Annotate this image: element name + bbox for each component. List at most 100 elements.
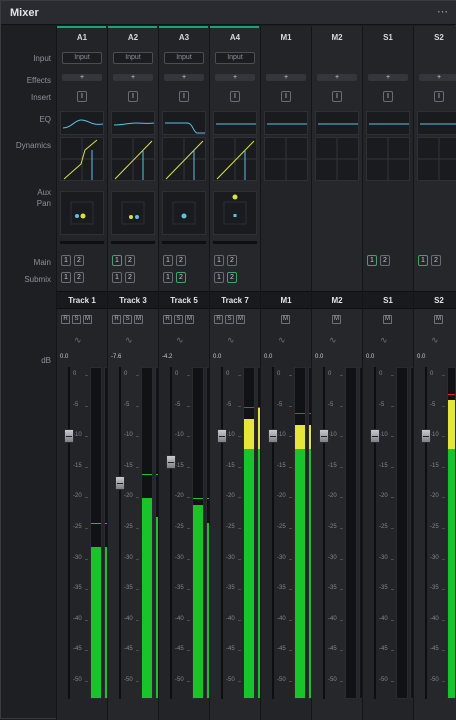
aux-pan-control[interactable] (111, 191, 155, 235)
add-effect-button[interactable]: + (419, 74, 456, 81)
insert-toggle[interactable]: I (332, 91, 342, 102)
dynamics-thumbnail[interactable] (264, 137, 308, 181)
eq-thumbnail[interactable] (366, 111, 410, 135)
insert-toggle[interactable]: I (434, 91, 444, 102)
mute-button[interactable]: M (134, 315, 143, 324)
add-effect-button[interactable]: + (164, 74, 204, 81)
dynamics-thumbnail[interactable] (366, 137, 410, 181)
track-name[interactable]: M1 (261, 291, 311, 309)
submix-1-button[interactable]: 1 (61, 272, 71, 283)
aux-pan-control[interactable] (162, 191, 206, 235)
main-bus-1-button[interactable]: 1 (112, 255, 122, 266)
fader-knob[interactable] (64, 429, 74, 444)
insert-toggle[interactable]: I (281, 91, 291, 102)
phase-icon[interactable]: ∿ (431, 335, 439, 346)
mute-button[interactable]: M (236, 315, 245, 324)
phase-icon[interactable]: ∿ (176, 335, 184, 346)
dynamics-thumbnail[interactable] (213, 137, 257, 181)
insert-toggle[interactable]: I (128, 91, 138, 102)
submix-1-button[interactable]: 1 (112, 272, 122, 283)
solo-button[interactable]: S (225, 315, 234, 324)
add-effect-button[interactable]: + (368, 74, 408, 81)
dynamics-thumbnail[interactable] (111, 137, 155, 181)
add-effect-button[interactable]: + (317, 74, 357, 81)
eq-thumbnail[interactable] (162, 111, 206, 135)
submix-1-button[interactable]: 1 (214, 272, 224, 283)
add-effect-button[interactable]: + (266, 74, 306, 81)
phase-icon[interactable]: ∿ (227, 335, 235, 346)
main-bus-1-button[interactable]: 1 (367, 255, 377, 266)
track-name[interactable]: Track 5 (159, 291, 209, 309)
mute-button[interactable]: M (83, 315, 92, 324)
fader-knob[interactable] (319, 429, 329, 444)
phase-icon[interactable]: ∿ (125, 335, 133, 346)
fader-knob[interactable] (421, 429, 431, 444)
submix-2-button[interactable]: 2 (74, 272, 84, 283)
main-bus-2-button[interactable]: 2 (74, 255, 84, 266)
solo-button[interactable]: S (72, 315, 81, 324)
record-button[interactable]: R (163, 315, 172, 324)
record-button[interactable]: R (214, 315, 223, 324)
ellipsis-icon[interactable]: ⋯ (437, 5, 449, 18)
record-button[interactable]: R (61, 315, 70, 324)
input-selector[interactable]: Input (164, 52, 204, 64)
input-selector[interactable]: Input (62, 52, 102, 64)
solo-button[interactable]: S (123, 315, 132, 324)
eq-thumbnail[interactable] (213, 111, 257, 135)
main-bus-2-button[interactable]: 2 (227, 255, 237, 266)
dynamics-thumbnail[interactable] (417, 137, 456, 181)
solo-button[interactable]: S (174, 315, 183, 324)
submix-2-button[interactable]: 2 (227, 272, 237, 283)
dynamics-thumbnail[interactable] (60, 137, 104, 181)
fader-knob[interactable] (166, 454, 176, 469)
phase-icon[interactable]: ∿ (380, 335, 388, 346)
dynamics-thumbnail[interactable] (315, 137, 359, 181)
aux-pan-control[interactable] (60, 191, 104, 235)
main-bus-1-button[interactable]: 1 (214, 255, 224, 266)
track-name[interactable]: S2 (414, 291, 456, 309)
submix-1-button[interactable]: 1 (163, 272, 173, 283)
track-name[interactable]: Track 1 (57, 291, 107, 309)
insert-toggle[interactable]: I (383, 91, 393, 102)
add-effect-button[interactable]: + (113, 74, 153, 81)
eq-thumbnail[interactable] (315, 111, 359, 135)
main-bus-2-button[interactable]: 2 (176, 255, 186, 266)
phase-icon[interactable]: ∿ (329, 335, 337, 346)
input-selector[interactable]: Input (215, 52, 255, 64)
add-effect-button[interactable]: + (62, 74, 102, 81)
track-name[interactable]: Track 3 (108, 291, 158, 309)
fader-knob[interactable] (370, 429, 380, 444)
main-bus-2-button[interactable]: 2 (380, 255, 390, 266)
main-bus-1-button[interactable]: 1 (418, 255, 428, 266)
eq-thumbnail[interactable] (111, 111, 155, 135)
input-selector[interactable]: Input (113, 52, 153, 64)
main-bus-2-button[interactable]: 2 (431, 255, 441, 266)
main-bus-1-button[interactable]: 1 (163, 255, 173, 266)
mute-button[interactable]: M (185, 315, 194, 324)
mute-button[interactable]: M (332, 315, 341, 324)
submix-2-button[interactable]: 2 (125, 272, 135, 283)
mute-button[interactable]: M (383, 315, 392, 324)
insert-toggle[interactable]: I (230, 91, 240, 102)
mute-button[interactable]: M (281, 315, 290, 324)
submix-2-button[interactable]: 2 (176, 272, 186, 283)
dynamics-thumbnail[interactable] (162, 137, 206, 181)
phase-icon[interactable]: ∿ (74, 335, 82, 346)
fader-knob[interactable] (217, 429, 227, 444)
fader-knob[interactable] (268, 429, 278, 444)
main-bus-2-button[interactable]: 2 (125, 255, 135, 266)
phase-icon[interactable]: ∿ (278, 335, 286, 346)
eq-thumbnail[interactable] (417, 111, 456, 135)
insert-toggle[interactable]: I (179, 91, 189, 102)
main-bus-1-button[interactable]: 1 (61, 255, 71, 266)
aux-pan-control[interactable] (213, 191, 257, 235)
record-button[interactable]: R (112, 315, 121, 324)
fader-knob[interactable] (115, 475, 125, 490)
eq-thumbnail[interactable] (264, 111, 308, 135)
insert-toggle[interactable]: I (77, 91, 87, 102)
track-name[interactable]: S1 (363, 291, 413, 309)
eq-thumbnail[interactable] (60, 111, 104, 135)
track-name[interactable]: M2 (312, 291, 362, 309)
track-name[interactable]: Track 7 (210, 291, 260, 309)
add-effect-button[interactable]: + (215, 74, 255, 81)
